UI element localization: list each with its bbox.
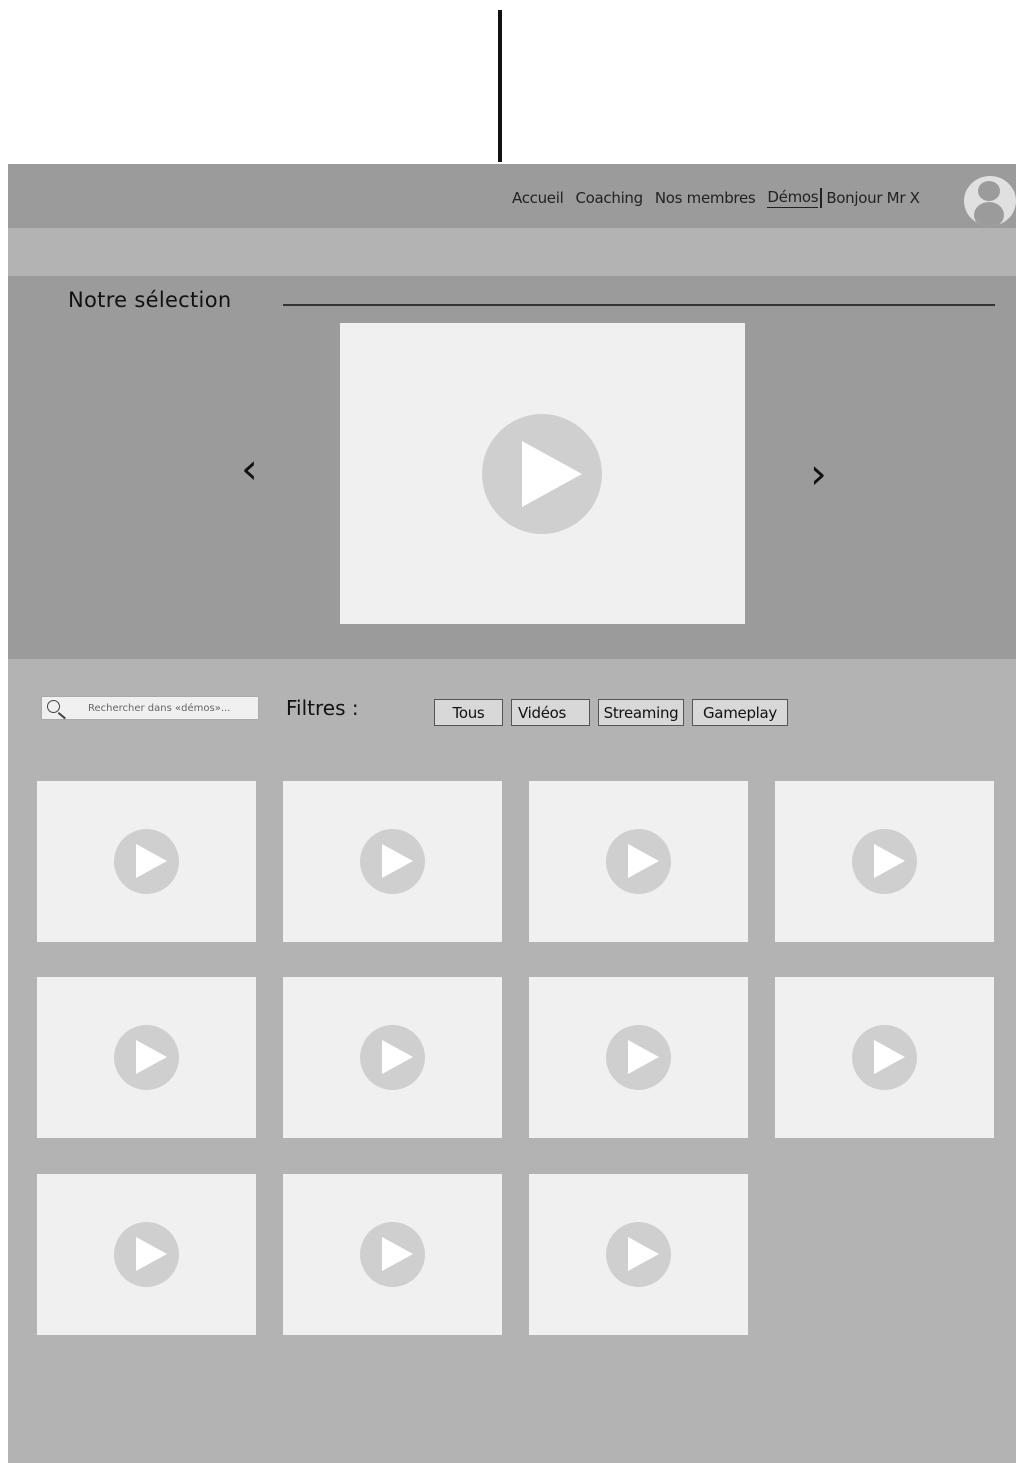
video-card[interactable] [283, 781, 502, 942]
divider-line [498, 10, 502, 162]
nav-accueil[interactable]: Accueil [512, 189, 564, 207]
search-icon [47, 700, 60, 713]
play-icon[interactable] [360, 1025, 425, 1090]
play-icon[interactable] [360, 829, 425, 894]
video-card[interactable] [283, 1174, 502, 1335]
play-icon[interactable] [606, 1222, 671, 1287]
video-card[interactable] [775, 977, 994, 1138]
video-card[interactable] [37, 781, 256, 942]
user-greeting: Bonjour Mr X [826, 189, 920, 207]
nav-membres[interactable]: Nos membres [655, 189, 756, 207]
play-icon[interactable] [114, 1222, 179, 1287]
avatar-head [978, 181, 1000, 201]
video-card[interactable] [775, 781, 994, 942]
video-card[interactable] [37, 1174, 256, 1335]
play-icon[interactable] [606, 1025, 671, 1090]
play-icon[interactable] [482, 414, 602, 534]
video-card[interactable] [529, 977, 748, 1138]
play-icon[interactable] [114, 829, 179, 894]
play-icon[interactable] [360, 1222, 425, 1287]
nav-demos[interactable]: Démos [767, 188, 819, 208]
filter-videos[interactable]: Vidéos [511, 699, 590, 726]
filter-streaming[interactable]: Streaming [598, 699, 684, 726]
video-card[interactable] [283, 977, 502, 1138]
nav-coaching[interactable]: Coaching [575, 189, 643, 207]
search-input[interactable] [88, 700, 253, 716]
play-icon[interactable] [852, 1025, 917, 1090]
selection-rule [283, 304, 995, 306]
page: Accueil Coaching Nos membres Démos Bonjo… [8, 164, 1016, 1463]
filter-gameplay[interactable]: Gameplay [692, 699, 788, 726]
selection-title: Notre sélection [68, 288, 232, 312]
chevron-left-icon[interactable]: ‹ [241, 448, 258, 490]
featured-selection: Notre sélection ‹ › [8, 276, 1016, 659]
featured-video[interactable] [340, 323, 745, 624]
main-nav: Accueil Coaching Nos membres Démos Bonjo… [512, 186, 920, 210]
chevron-right-icon[interactable]: › [810, 453, 827, 495]
header: Accueil Coaching Nos membres Démos Bonjo… [8, 164, 1016, 228]
filter-tous[interactable]: Tous [434, 699, 503, 726]
filters-label: Filtres : [286, 696, 359, 720]
avatar-icon[interactable] [964, 176, 1016, 226]
avatar-body [974, 202, 1004, 226]
play-icon[interactable] [114, 1025, 179, 1090]
play-icon[interactable] [606, 829, 671, 894]
sub-bar [8, 228, 1016, 276]
search-box[interactable] [41, 696, 259, 720]
video-card[interactable] [529, 781, 748, 942]
nav-separator [820, 188, 823, 208]
video-card[interactable] [529, 1174, 748, 1335]
video-card[interactable] [37, 977, 256, 1138]
play-icon[interactable] [852, 829, 917, 894]
